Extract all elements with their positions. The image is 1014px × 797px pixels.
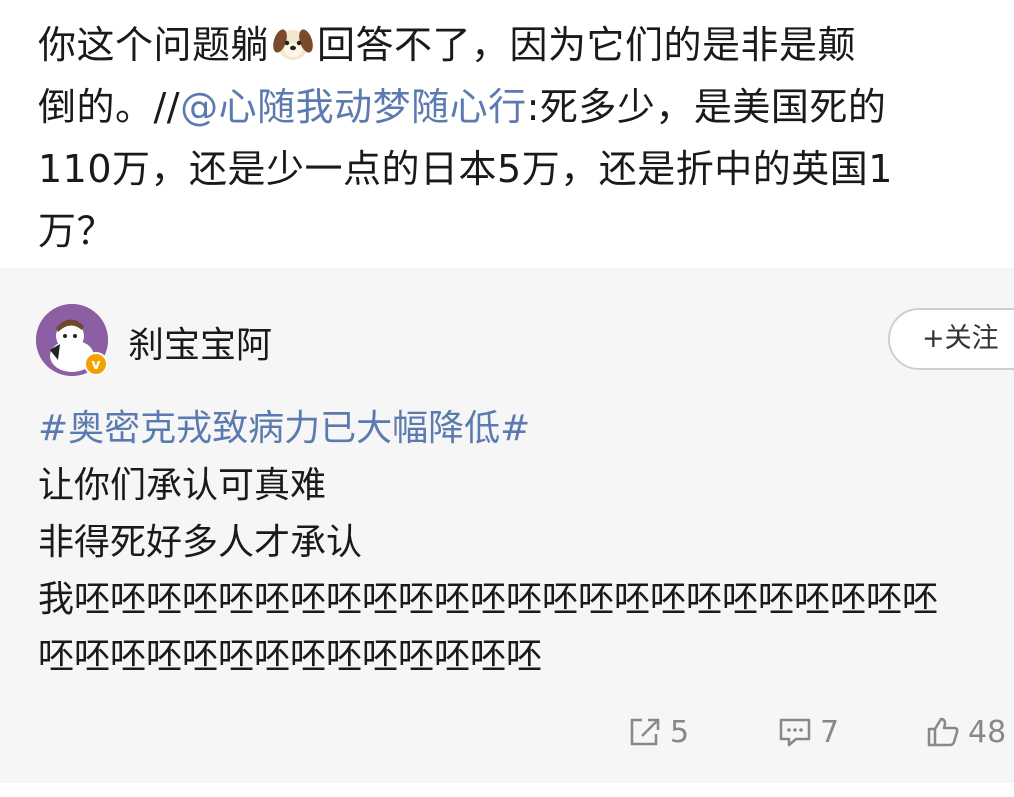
dog-emoji-icon — [273, 29, 313, 60]
like-button[interactable]: 48 — [926, 708, 1006, 758]
comment-count: 7 — [820, 715, 840, 750]
quoted-post-line-2: 倒的。//@心随我动梦随心行:死多少，是美国死的 — [38, 76, 1014, 138]
hashtag-link[interactable]: #奥密克戎致病力已大幅降低# — [38, 400, 1014, 457]
repost-button[interactable]: 5 — [628, 708, 689, 758]
quoted-text-segment: 你这个问题躺 — [38, 23, 270, 67]
quoted-post-line-4: 万？ — [38, 209, 116, 253]
quoted-post-line-1: 你这个问题躺 回答不了，因为它们的是非是颠 — [38, 14, 1014, 76]
quoted-text-segment: :死多少，是美国死的 — [526, 85, 887, 129]
repost-icon — [630, 718, 660, 746]
quoted-text-segment: 回答不了，因为它们的是非是颠 — [317, 23, 857, 67]
quoted-post-text: 你这个问题躺 回答不了，因为它们的是非是颠 倒的。//@心随我动梦随心行:死多少… — [38, 14, 1014, 262]
quoted-post-line-3: 110万，还是少一点的日本5万，还是折中的英国1 — [38, 147, 893, 191]
post-line: 呸呸呸呸呸呸呸呸呸呸呸呸呸呸 — [38, 636, 543, 677]
bottom-divider — [0, 783, 1014, 797]
user-mention-link[interactable]: @心随我动梦随心行 — [180, 85, 527, 129]
original-post-card[interactable]: v 刹宝宝阿 +关注 #奥密克戎致病力已大幅降低# 让你们承认可真难 非得死好多… — [0, 268, 1014, 783]
post-line: 非得死好多人才承认 — [38, 522, 363, 563]
comment-button[interactable]: 7 — [778, 708, 839, 758]
post-body: #奥密克戎致病力已大幅降低# 让你们承认可真难 非得死好多人才承认 我呸呸呸呸呸… — [38, 400, 1014, 685]
repost-count: 5 — [670, 715, 690, 750]
comment-icon — [779, 718, 811, 747]
post-line: 我呸呸呸呸呸呸呸呸呸呸呸呸呸呸呸呸呸呸呸呸呸呸呸呸 — [38, 579, 939, 620]
post-line: 让你们承认可真难 — [38, 465, 327, 506]
verified-badge-icon: v — [84, 352, 108, 376]
follow-button[interactable]: +关注 — [888, 308, 1014, 370]
quoted-text-segment: 倒的。// — [38, 85, 181, 129]
action-bar: 5 7 48 — [0, 708, 1014, 758]
quoted-post: 你这个问题躺 回答不了，因为它们的是非是颠 倒的。//@心随我动梦随心行:死多少… — [0, 0, 1014, 268]
like-count: 48 — [968, 715, 1007, 750]
username[interactable]: 刹宝宝阿 — [128, 316, 272, 368]
thumbs-up-icon — [927, 717, 959, 747]
